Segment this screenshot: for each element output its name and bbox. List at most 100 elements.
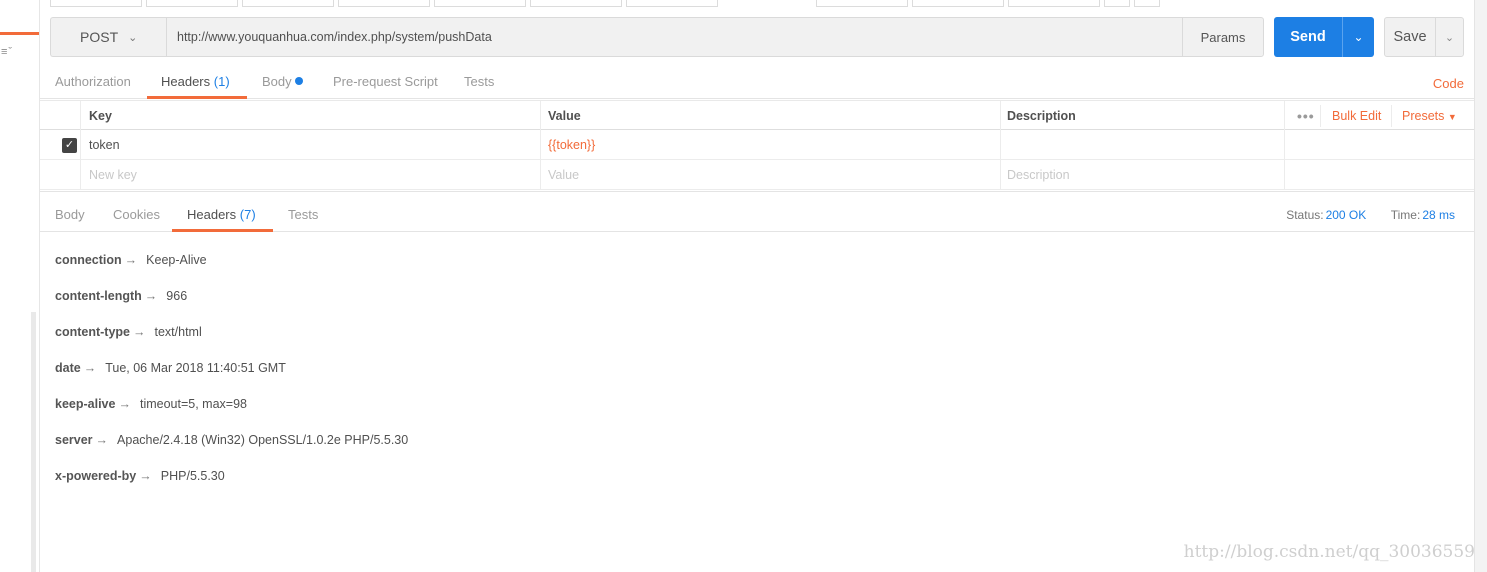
row-checkbox-cell: ✓ <box>40 130 81 160</box>
response-header-value: PHP/5.5.30 <box>160 469 225 483</box>
arrow-right-icon: → <box>95 433 109 447</box>
send-label[interactable]: Send <box>1274 17 1342 57</box>
response-status: Status: 200 OK Time: 28 ms <box>1286 208 1455 222</box>
presets-dropdown[interactable]: Presets ▼ <box>1402 101 1457 132</box>
request-tab[interactable] <box>1134 0 1160 7</box>
row-checkbox-cell <box>40 160 81 190</box>
response-header-value: Apache/2.4.18 (Win32) OpenSSL/1.0.2e PHP… <box>117 433 409 447</box>
tab-headers-count: (1) <box>213 74 230 89</box>
new-value-input[interactable]: Value <box>541 160 1001 190</box>
main-scrollbar[interactable] <box>1474 0 1487 572</box>
chevron-down-icon[interactable]: ⌄ <box>1342 17 1374 57</box>
response-header-key: x-powered-by <box>55 469 137 483</box>
sidebar: ≡ˇ <box>0 0 40 572</box>
request-tab[interactable] <box>338 0 430 7</box>
column-key: Key <box>82 101 541 131</box>
bulk-edit-link[interactable]: Bulk Edit <box>1332 101 1381 131</box>
active-tab-indicator <box>172 229 273 232</box>
response-header-key: connection <box>55 253 122 267</box>
send-button[interactable]: Send ⌄ <box>1274 17 1374 57</box>
response-header-key: keep-alive <box>55 397 116 411</box>
request-tab[interactable] <box>816 0 908 7</box>
active-tab-indicator <box>147 96 247 99</box>
column-value: Value <box>541 101 1001 131</box>
response-tab-headers-count: (7) <box>239 207 256 222</box>
response-tab-headers[interactable]: Headers (7) <box>187 199 256 232</box>
chevron-down-icon[interactable]: ⌄ <box>1435 18 1463 56</box>
tab-tests[interactable]: Tests <box>464 66 494 99</box>
response-header-key: date <box>55 361 81 375</box>
sort-icon[interactable]: ≡ˇ <box>1 46 13 58</box>
response-header-value: Keep-Alive <box>146 253 207 267</box>
time-value[interactable]: 28 ms <box>1422 208 1455 222</box>
request-tab[interactable] <box>146 0 238 7</box>
response-tabs: Body Cookies Headers (7) Tests Status: 20… <box>40 199 1475 232</box>
arrow-right-icon: → <box>83 361 97 375</box>
headers-table: Key Value Description ••• Bulk Edit Pres… <box>40 100 1474 190</box>
tab-body-label: Body <box>262 74 292 89</box>
table-actions: ••• Bulk Edit Presets ▼ <box>1285 101 1474 131</box>
new-key-input[interactable]: New key <box>82 160 541 190</box>
table-row-new: New key Value Description <box>40 160 1474 190</box>
divider <box>40 191 1475 192</box>
arrow-right-icon: → <box>144 289 158 303</box>
response-header-key: content-type <box>55 325 130 339</box>
status-value[interactable]: 200 OK <box>1326 208 1367 222</box>
response-tab-headers-label: Headers <box>187 207 237 222</box>
code-link[interactable]: Code <box>1433 76 1464 91</box>
save-label[interactable]: Save <box>1385 18 1435 56</box>
arrow-right-icon: → <box>133 325 146 339</box>
list-item: x-powered-by → PHP/5.5.30 <box>55 469 408 505</box>
url-text: http://www.youquanhua.com/index.php/syst… <box>177 30 492 44</box>
arrow-right-icon: → <box>124 253 138 267</box>
request-tab[interactable] <box>530 0 622 7</box>
tab-prerequest-script[interactable]: Pre-request Script <box>333 66 438 99</box>
list-item: keep-alive → timeout=5, max=98 <box>55 397 408 433</box>
request-tabs: Authorization Headers (1) Body Pre-reque… <box>40 66 1475 99</box>
new-description-input[interactable]: Description <box>1001 160 1285 190</box>
sidebar-scrollbar[interactable] <box>31 312 36 572</box>
request-tab[interactable] <box>242 0 334 7</box>
table-header-row: Key Value Description ••• Bulk Edit Pres… <box>40 100 1474 131</box>
request-tab[interactable] <box>626 0 718 7</box>
tab-authorization[interactable]: Authorization <box>55 66 131 99</box>
tab-headers[interactable]: Headers (1) <box>161 66 230 99</box>
sidebar-active-indicator <box>0 32 39 35</box>
response-header-key: content-length <box>55 289 142 303</box>
chevron-down-icon: ⌄ <box>128 31 138 44</box>
column-description: Description <box>1001 101 1285 131</box>
url-input[interactable]: http://www.youquanhua.com/index.php/syst… <box>166 17 1183 57</box>
response-header-value: timeout=5, max=98 <box>139 397 247 411</box>
list-item: content-length → 966 <box>55 289 408 325</box>
request-tab[interactable] <box>1008 0 1100 7</box>
response-headers-list: connection → Keep-Alive content-length → 966… <box>55 253 408 505</box>
tab-body[interactable]: Body <box>262 66 303 99</box>
list-item: connection → Keep-Alive <box>55 253 408 289</box>
checkbox-checked[interactable]: ✓ <box>62 138 77 153</box>
request-tab[interactable] <box>434 0 526 7</box>
checkbox-column <box>40 101 81 131</box>
params-button[interactable]: Params <box>1182 17 1264 57</box>
header-key-cell[interactable]: token <box>82 130 541 160</box>
response-tab-tests[interactable]: Tests <box>288 199 318 232</box>
response-header-value: 966 <box>166 289 188 303</box>
request-tab[interactable] <box>50 0 142 7</box>
response-header-value: text/html <box>154 325 202 339</box>
request-tab-strip <box>44 0 1484 7</box>
response-tab-cookies[interactable]: Cookies <box>113 199 160 232</box>
method-select[interactable]: POST ⌄ <box>50 17 167 57</box>
time-label: Time: <box>1390 208 1421 222</box>
tab-headers-label: Headers <box>161 74 211 89</box>
header-description-cell[interactable] <box>1001 130 1285 160</box>
request-tab[interactable] <box>1104 0 1130 7</box>
divider <box>1320 105 1321 127</box>
status-label: Status: <box>1286 208 1324 222</box>
more-options-icon[interactable]: ••• <box>1297 101 1315 131</box>
response-tab-body[interactable]: Body <box>55 199 85 232</box>
method-label: POST <box>80 29 119 45</box>
save-button[interactable]: Save ⌄ <box>1384 17 1464 57</box>
watermark: http://blog.csdn.net/qq_30036559 <box>1183 542 1475 562</box>
request-tab[interactable] <box>912 0 1004 7</box>
caret-down-icon: ▼ <box>1447 112 1457 122</box>
header-value-cell[interactable]: {{token}} <box>541 130 1001 160</box>
